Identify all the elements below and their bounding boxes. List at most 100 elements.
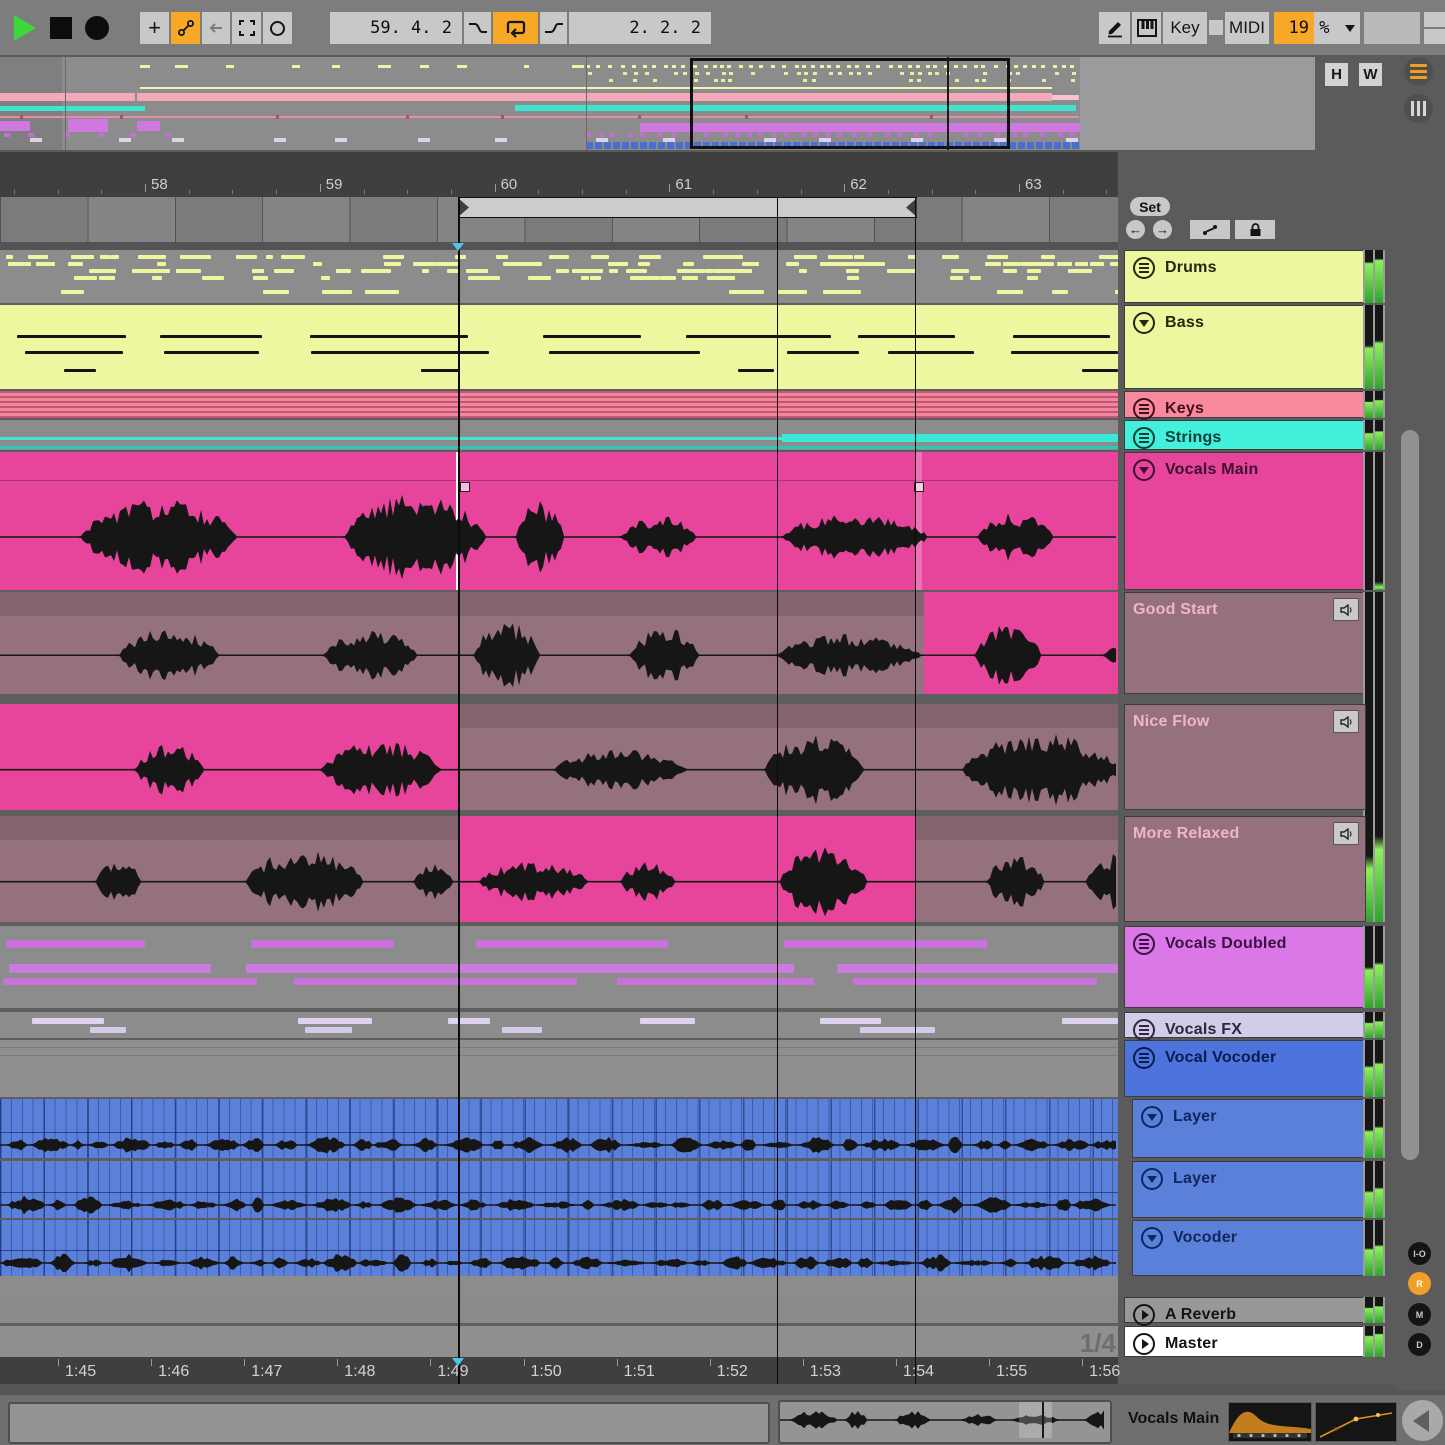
mixer-toggle-d[interactable]: D — [1408, 1333, 1431, 1356]
fold-icon[interactable] — [1141, 1168, 1163, 1190]
midi-note — [640, 1018, 695, 1024]
time-ruler[interactable]: 1:451:461:471:481:491:501:511:521:531:54… — [0, 1357, 1118, 1384]
key-map-button[interactable]: Key — [1163, 12, 1207, 44]
track-lane-vocals-main[interactable] — [0, 452, 1118, 590]
track-lane-vocals-doubled[interactable] — [0, 926, 1118, 1008]
loop-length-field[interactable]: 2. 2. 2 — [569, 12, 711, 44]
track-lane-master[interactable] — [0, 1326, 1118, 1357]
automation-mode-button[interactable] — [171, 12, 200, 44]
fold-icon[interactable] — [1133, 459, 1155, 481]
track-header-vocoder[interactable]: Vocoder — [1132, 1220, 1366, 1276]
audition-take-button[interactable] — [1333, 710, 1359, 733]
audition-take-button[interactable] — [1333, 822, 1359, 845]
track-lane-take[interactable] — [0, 704, 1118, 810]
track-header-master[interactable]: Master — [1124, 1326, 1366, 1357]
track-header-good-start[interactable]: Good Start — [1124, 592, 1366, 694]
device-thumbnail-compressor[interactable] — [1315, 1402, 1397, 1442]
track-header-more-relaxed[interactable]: More Relaxed — [1124, 816, 1366, 922]
vertical-scrollbar[interactable] — [1401, 430, 1419, 1160]
track-header-bass[interactable]: Bass — [1124, 305, 1366, 389]
insert-marker-triangle[interactable] — [452, 243, 464, 251]
track-header-vocals-doubled[interactable]: Vocals Doubled — [1124, 926, 1366, 1008]
beat-time-ruler[interactable]: 585960616263 — [0, 152, 1118, 197]
play-button[interactable] — [14, 15, 36, 41]
session-record-button[interactable] — [263, 12, 292, 44]
track-lane-vocal-vocoder[interactable] — [0, 1040, 1118, 1097]
track-header-vocals-main[interactable]: Vocals Main — [1124, 452, 1366, 590]
fold-icon[interactable] — [1141, 1227, 1163, 1249]
hide-detail-view-button[interactable] — [1402, 1400, 1443, 1441]
track-header-a-reverb[interactable]: A Reverb — [1124, 1297, 1366, 1323]
clip-overview-highlight — [1019, 1402, 1052, 1438]
mixer-toggle-r[interactable]: R — [1408, 1272, 1431, 1295]
track-header-vocal-vocoder[interactable]: Vocal Vocoder — [1124, 1040, 1366, 1097]
track-header-strings[interactable]: Strings — [1124, 420, 1366, 450]
track-header-layer[interactable]: Layer — [1132, 1161, 1366, 1218]
play-icon[interactable] — [1133, 1333, 1155, 1355]
track-lane-bass[interactable] — [0, 305, 1118, 389]
cpu-meter[interactable]: 19 % — [1274, 12, 1360, 44]
audition-take-button[interactable] — [1333, 598, 1359, 621]
track-header-layer[interactable]: Layer — [1132, 1099, 1366, 1158]
track-lane-vocoder-layer[interactable] — [0, 1220, 1118, 1276]
track-header-vocals-fx[interactable]: Vocals FX — [1124, 1012, 1366, 1038]
track-lane-keys[interactable] — [0, 391, 1118, 418]
menu-icon[interactable] — [1133, 257, 1155, 279]
midi-map-button[interactable]: MIDI — [1225, 12, 1269, 44]
track-lane-take[interactable] — [0, 816, 1118, 922]
computer-midi-keyboard-button[interactable] — [1132, 12, 1161, 44]
set-marker-button[interactable]: Set — [1130, 197, 1170, 216]
stop-button[interactable] — [50, 17, 72, 39]
arrangement-overview-content[interactable] — [0, 57, 1315, 150]
overview-viewport[interactable] — [690, 58, 1010, 149]
menu-icon[interactable] — [1133, 398, 1155, 420]
menu-icon[interactable] — [1133, 427, 1155, 449]
device-thumbnail-eq[interactable] — [1228, 1402, 1312, 1442]
menu-icon[interactable] — [1133, 933, 1155, 955]
arrangement-overview[interactable]: H W — [0, 55, 1445, 153]
mixer-toggle-m[interactable]: M — [1408, 1303, 1431, 1326]
fold-icon[interactable] — [1133, 312, 1155, 334]
punch-in-button[interactable] — [464, 12, 491, 44]
arranger-view-toggle[interactable] — [1404, 57, 1433, 86]
automation-lane-button[interactable] — [1190, 220, 1230, 239]
fit-width-button[interactable]: W — [1359, 63, 1382, 86]
draw-mode-button[interactable] — [1099, 12, 1130, 44]
mixer-toggle-i-o[interactable]: I-O — [1408, 1242, 1431, 1265]
capture-midi-button[interactable] — [232, 12, 261, 44]
next-marker-button[interactable]: → — [1153, 220, 1172, 239]
track-lane-drums[interactable] — [0, 250, 1118, 303]
track-lane-vocoder-layer[interactable] — [0, 1099, 1118, 1158]
track-lane-vocals-fx[interactable] — [0, 1012, 1118, 1038]
lock-envelopes-button[interactable] — [1235, 220, 1275, 239]
track-lane-spacer[interactable] — [0, 1276, 1118, 1297]
arrangement-area[interactable]: 585960616263 1/4 — [0, 152, 1118, 1384]
track-lane-vocoder-layer[interactable] — [0, 1161, 1118, 1218]
insert-marker-triangle-bottom[interactable] — [452, 1358, 464, 1366]
track-header-keys[interactable]: Keys — [1124, 391, 1366, 418]
track-lane-a-reverb[interactable] — [0, 1297, 1118, 1323]
loop-brace[interactable] — [458, 197, 917, 218]
menu-icon[interactable] — [1133, 1019, 1155, 1041]
clip-overview[interactable] — [778, 1400, 1112, 1444]
track-lane-strings[interactable] — [0, 420, 1118, 450]
loop-start-handle[interactable] — [458, 198, 469, 217]
track-header-nice-flow[interactable]: Nice Flow — [1124, 704, 1366, 810]
track-lane-take[interactable] — [0, 592, 1118, 694]
midi-overdub-button[interactable]: + — [140, 12, 169, 44]
beat-tick — [1063, 190, 1064, 194]
track-name: Layer — [1173, 1170, 1217, 1188]
loop-button[interactable] — [493, 12, 538, 44]
reenable-automation-button[interactable] — [202, 12, 230, 44]
record-button[interactable] — [85, 16, 109, 40]
fit-height-button[interactable]: H — [1325, 63, 1348, 86]
menu-icon[interactable] — [1133, 1047, 1155, 1069]
play-icon[interactable] — [1133, 1304, 1155, 1326]
punch-out-button[interactable] — [540, 12, 567, 44]
fade-handle[interactable] — [460, 482, 470, 492]
arrangement-position-field[interactable]: 59. 4. 2 — [330, 12, 462, 44]
mixer-view-toggle[interactable] — [1404, 94, 1433, 123]
prev-marker-button[interactable]: ← — [1126, 220, 1145, 239]
fold-icon[interactable] — [1141, 1106, 1163, 1128]
track-header-drums[interactable]: Drums — [1124, 250, 1366, 303]
